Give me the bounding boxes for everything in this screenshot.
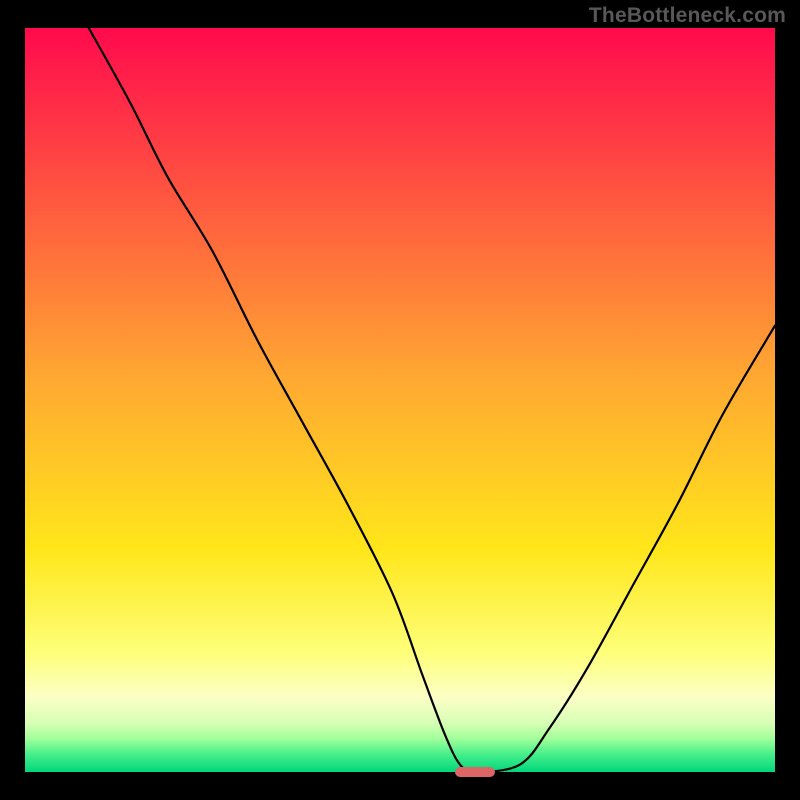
plot-area [25, 28, 775, 772]
watermark-text: TheBottleneck.com [589, 4, 786, 28]
chart-frame: TheBottleneck.com [0, 0, 800, 800]
bottleneck-curve [25, 28, 775, 772]
optimal-marker [455, 767, 496, 777]
